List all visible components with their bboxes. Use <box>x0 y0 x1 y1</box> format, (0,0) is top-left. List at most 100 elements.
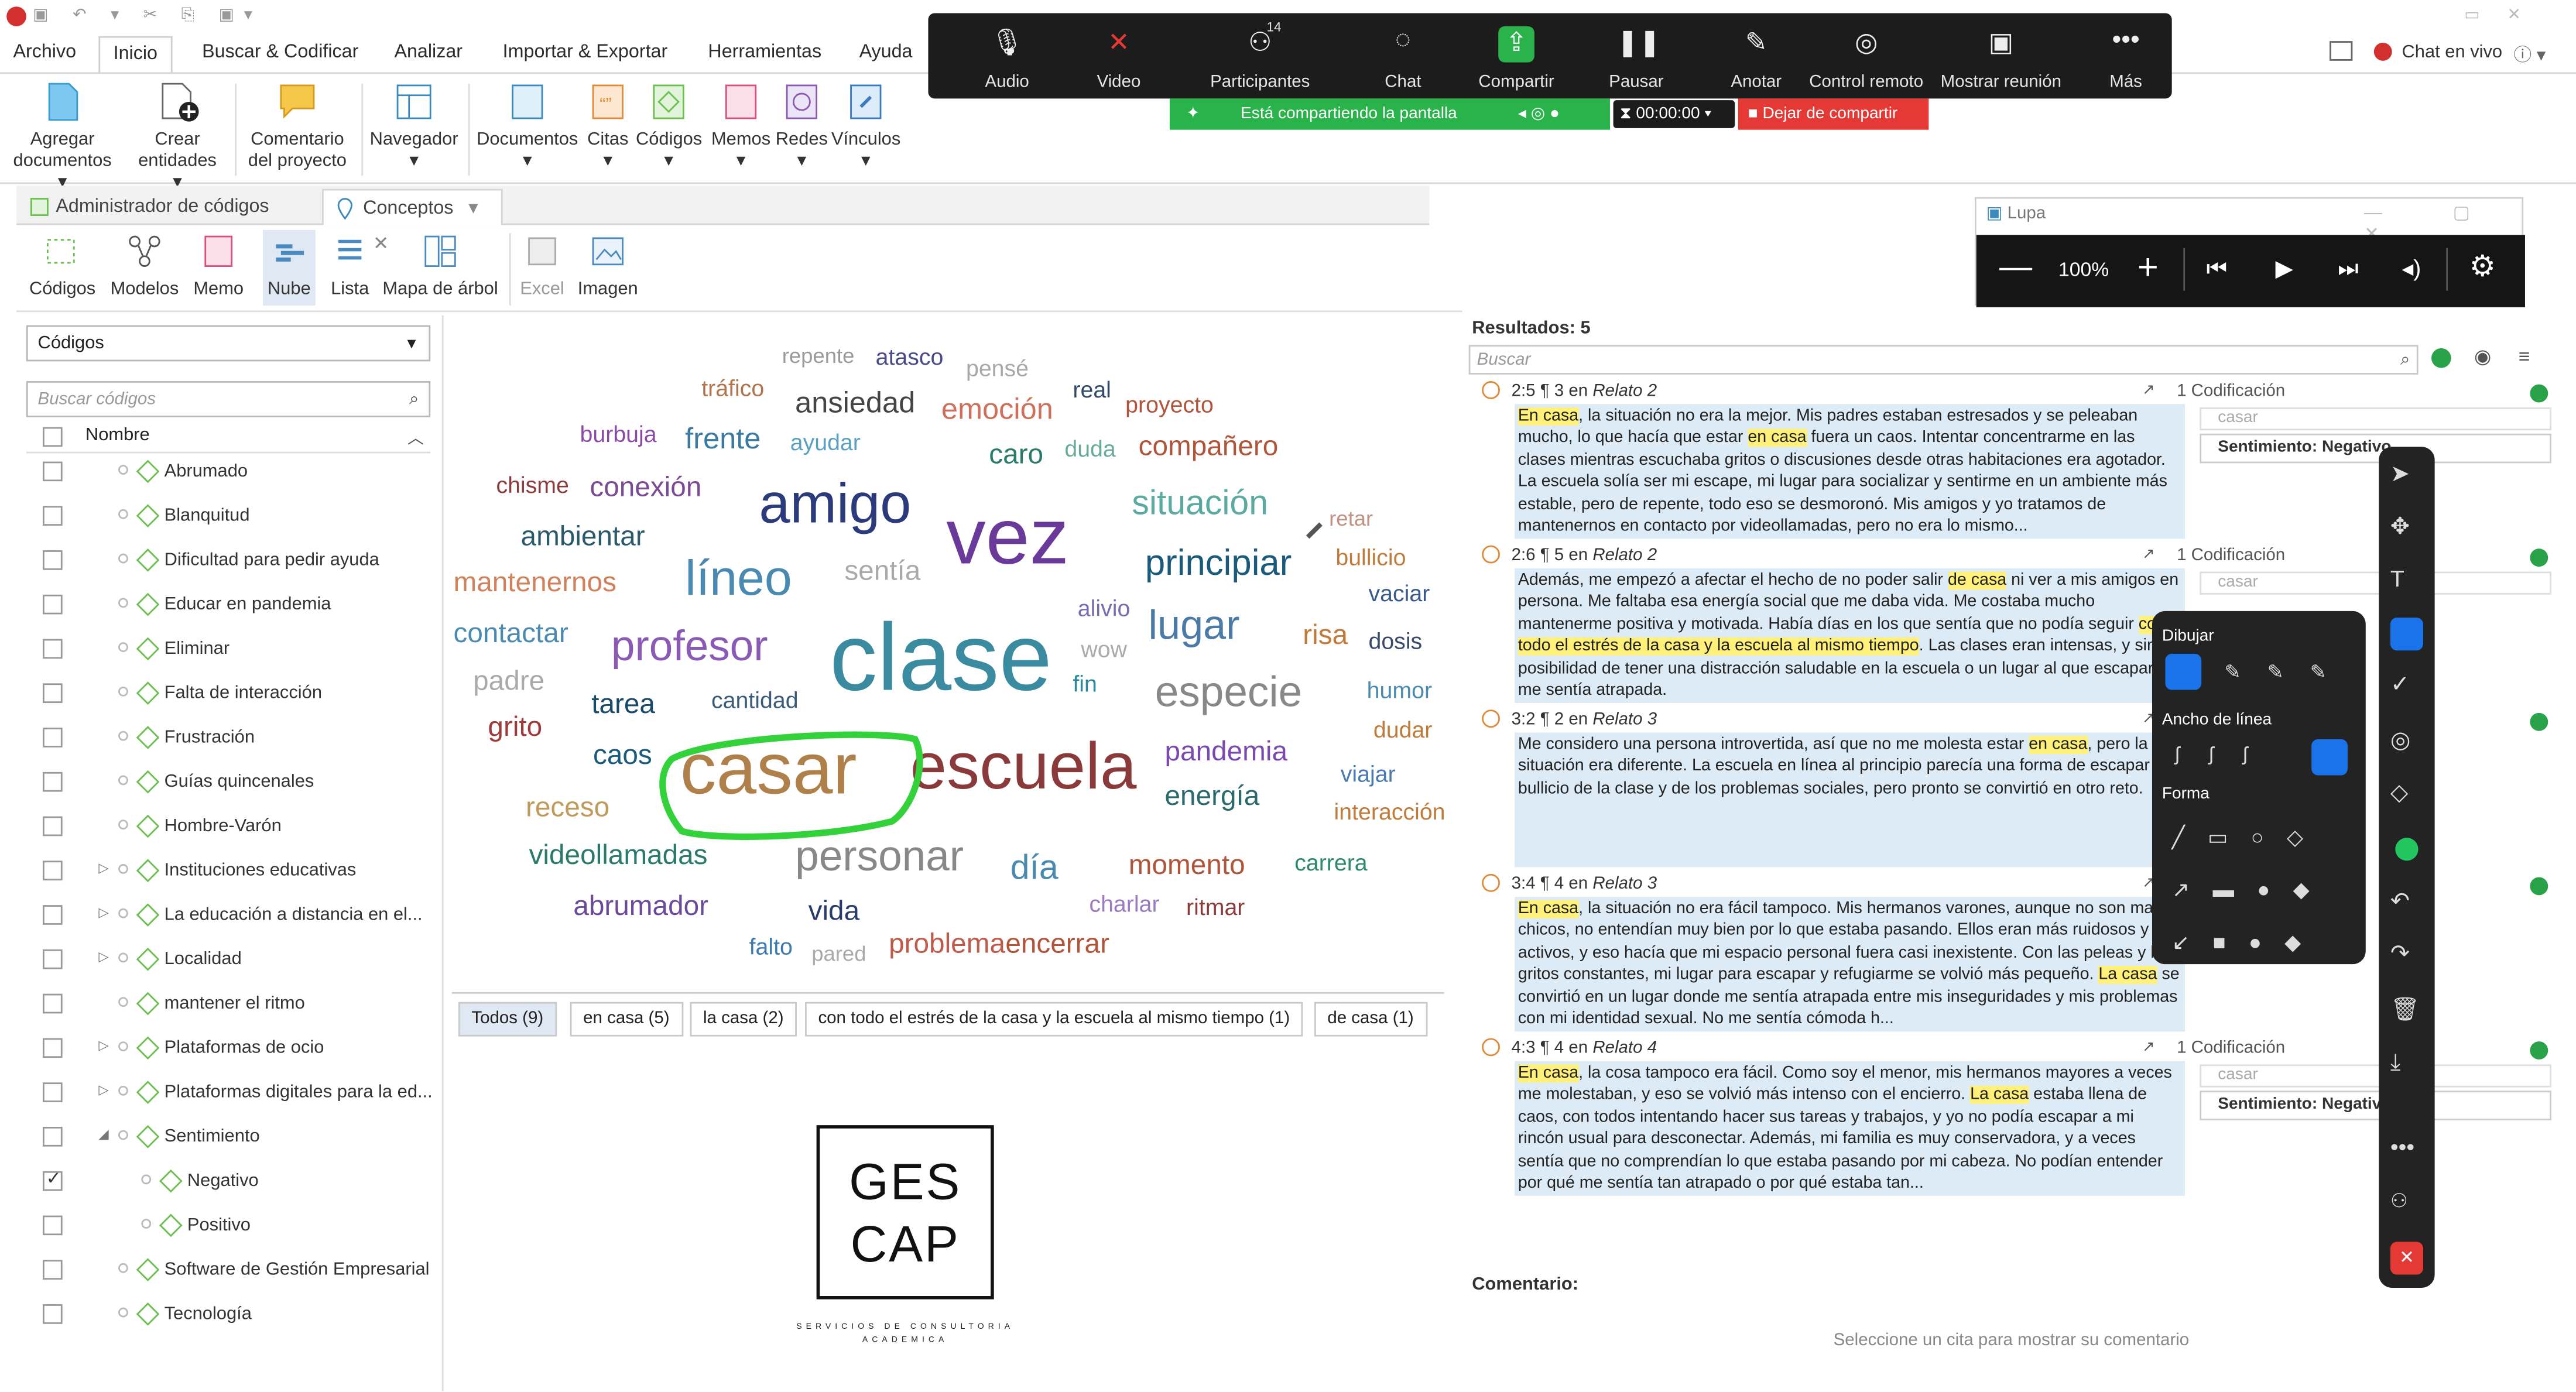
read-aloud-icon[interactable]: ◂) <box>2402 255 2421 283</box>
code-row[interactable]: ▷ Instituciones educativas <box>26 849 437 894</box>
result-item[interactable]: 2:5 ¶ 3 en Relato 2 ↗ En casa, la situació… <box>1462 381 2551 539</box>
cloud-word[interactable]: cantidad <box>711 688 799 711</box>
cloud-word[interactable]: clase <box>830 610 1052 707</box>
cloud-word[interactable]: carrera <box>1294 851 1367 874</box>
cloud-word[interactable]: chisme <box>496 473 568 496</box>
vinculos-button[interactable]: Vínculos ▾ <box>831 80 900 172</box>
live-chat-link[interactable]: Chat en vivo <box>2402 43 2503 63</box>
code-checkbox[interactable] <box>42 506 63 526</box>
cloud-word[interactable]: risa <box>1303 621 1348 649</box>
cloud-word[interactable]: bullicio <box>1335 546 1406 568</box>
cloud-word[interactable]: sentía <box>844 557 920 585</box>
navegador-button[interactable]: Navegador ▾ <box>368 80 460 172</box>
pen-tool-icon[interactable] <box>2165 653 2202 690</box>
code-tag[interactable]: casar <box>2200 1064 2551 1088</box>
code-row[interactable]: ◢ Sentimiento <box>26 1115 437 1160</box>
concept-codigos-button[interactable]: Códigos <box>26 233 98 299</box>
cloud-word[interactable]: caos <box>593 741 652 769</box>
result-item[interactable]: 3:4 ¶ 4 en Relato 3 ↗ En casa, la situació… <box>1462 873 2548 1032</box>
meeting-participants-button[interactable]: ⚇ Participantes 14 <box>1191 20 1329 92</box>
redo-icon[interactable]: ↷ <box>2390 940 2423 972</box>
code-row[interactable]: Positivo <box>26 1204 437 1249</box>
cloud-word[interactable]: proyecto <box>1125 393 1214 416</box>
code-row[interactable]: Frustración <box>26 716 437 760</box>
line-width-selected[interactable] <box>2311 739 2348 776</box>
menu-tab-herramientas[interactable]: Herramientas <box>708 43 821 63</box>
close-annotation-icon[interactable]: ✕ <box>2390 1242 2423 1275</box>
draw-pen-icon[interactable] <box>2390 618 2423 651</box>
code-checkbox[interactable] <box>42 949 63 969</box>
quote-filter-chip[interactable]: en casa (5) <box>570 1002 683 1037</box>
code-row[interactable]: mantener el ritmo <box>26 982 437 1027</box>
cloud-word[interactable]: viajar <box>1341 762 1396 785</box>
open-arrow-icon[interactable]: ↗ <box>2142 381 2154 399</box>
menu-tab-analizar[interactable]: Analizar <box>394 43 463 63</box>
skip-back-icon[interactable]: ⏮ <box>2207 255 2227 283</box>
cloud-word[interactable]: pensé <box>966 356 1029 379</box>
code-checkbox[interactable] <box>42 683 63 704</box>
entity-type-dropdown[interactable]: Códigos ▼ <box>26 325 431 362</box>
citas-button[interactable]: “” Citas ▾ <box>583 80 632 172</box>
add-code-icon[interactable] <box>2530 1041 2548 1060</box>
help-icon[interactable]: ⓘ ▾ <box>2513 41 2546 67</box>
cloud-word[interactable]: situación <box>1132 486 1268 521</box>
cloud-word[interactable]: especie <box>1155 670 1302 713</box>
color-picker-icon[interactable] <box>2395 838 2419 861</box>
open-arrow-icon[interactable]: ↗ <box>2142 1038 2154 1056</box>
sort-chevron-icon[interactable]: ︿ <box>407 424 424 448</box>
expand-chevron-icon[interactable]: ▷ <box>98 1038 108 1052</box>
code-row[interactable]: ▷ La educación a distancia en el... <box>26 894 437 938</box>
trash-icon[interactable]: 🗑 <box>2390 995 2423 1028</box>
skip-forward-icon[interactable]: ⏭ <box>2338 255 2358 283</box>
code-row[interactable]: Guías quincenales <box>26 760 437 805</box>
cloud-word[interactable]: vez <box>946 499 1069 578</box>
cloud-word[interactable]: ansiedad <box>795 388 915 417</box>
cloud-word[interactable]: interacción <box>1334 800 1445 823</box>
result-item[interactable]: 4:3 ¶ 4 en Relato 4 ↗ En casa, la cosa tam… <box>1462 1038 2551 1196</box>
concept-lista-button[interactable]: Lista <box>326 233 375 299</box>
code-checkbox[interactable] <box>42 772 63 792</box>
menu-tab-archivo[interactable]: Archivo <box>13 43 76 63</box>
code-checkbox[interactable] <box>42 594 63 615</box>
cloud-word[interactable]: conexión <box>590 473 701 501</box>
cloud-word[interactable]: pared <box>811 943 866 964</box>
open-arrow-icon[interactable]: ↗ <box>2142 546 2154 564</box>
text-icon[interactable]: T <box>2390 565 2423 598</box>
cloud-word[interactable]: profesor <box>611 624 768 667</box>
concept-memo-button[interactable]: Memo <box>191 233 246 299</box>
meeting-show-meeting-button[interactable]: ▣ Mostrar reunión <box>1924 26 2078 92</box>
menu-tab-ayuda[interactable]: Ayuda <box>859 43 913 63</box>
code-row[interactable]: Educar en pandemia <box>26 583 437 628</box>
cloud-word[interactable]: burbuja <box>580 422 657 445</box>
cloud-word[interactable]: líneo <box>685 554 792 604</box>
more-icon[interactable]: ••• <box>2390 1133 2423 1166</box>
code-tag[interactable]: casar <box>2200 571 2551 595</box>
add-code-icon[interactable] <box>2530 712 2548 731</box>
result-item[interactable]: 3:2 ¶ 2 en Relato 3 ↗ Me considero una per… <box>1462 709 2548 868</box>
cloud-word[interactable]: duda <box>1064 437 1115 460</box>
quote-filter-chip[interactable]: Todos (9) <box>458 1002 557 1037</box>
comentario-proyecto-button[interactable]: Comentario del proyecto <box>243 80 351 172</box>
cloud-word[interactable]: problema <box>889 930 1005 958</box>
code-checkbox[interactable] <box>42 639 63 659</box>
cloud-word[interactable]: ambientar <box>521 522 645 550</box>
code-row[interactable]: Software de Gestión Empresarial <box>26 1249 437 1293</box>
meeting-more-button[interactable]: ••• Más <box>2085 26 2167 92</box>
cloud-word[interactable]: lugar <box>1148 605 1239 647</box>
cloud-word[interactable]: charlar <box>1089 892 1159 915</box>
code-checkbox[interactable]: ✓ <box>42 1170 63 1191</box>
zoom-out-icon[interactable]: — <box>1999 250 2032 288</box>
menu-tab-importar[interactable]: Importar & Exportar <box>503 43 668 63</box>
select-arrow-icon[interactable]: ➤ <box>2390 460 2423 493</box>
draw-tools[interactable]: ✎✎✎ <box>2224 660 2352 683</box>
shape-options[interactable]: ╱▭○◇ ↗▬●◆ ↙■●◆ <box>2172 811 2332 969</box>
expand-chevron-icon[interactable]: ▷ <box>98 860 108 875</box>
cloud-word[interactable]: wow <box>1081 637 1127 660</box>
code-checkbox[interactable] <box>42 1304 63 1324</box>
eye-icon[interactable]: ◉ <box>2474 345 2491 368</box>
expand-chevron-icon[interactable]: ▷ <box>98 949 108 964</box>
code-row[interactable]: ✓ Negativo <box>26 1160 437 1204</box>
cloud-word[interactable]: dosis <box>1368 629 1422 652</box>
concept-excel-button[interactable]: Excel <box>516 233 568 299</box>
cloud-word[interactable]: padre <box>473 667 544 695</box>
